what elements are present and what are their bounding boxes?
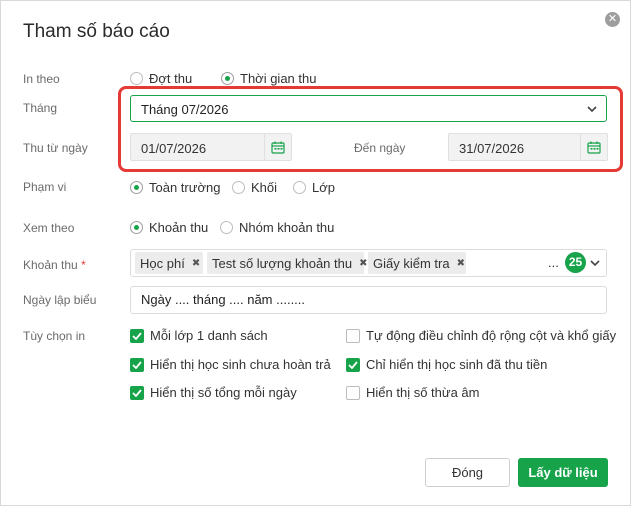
radio-khoi[interactable]: Khối xyxy=(232,180,277,195)
tuy-chon-in-label: Tùy chọn in xyxy=(23,329,86,343)
checkmark-icon xyxy=(130,357,144,372)
radio-label: Lớp xyxy=(312,180,335,195)
radio-label: Nhóm khoản thu xyxy=(239,220,335,235)
radio-thoi-gian-thu[interactable]: Thời gian thu xyxy=(221,71,316,86)
checkbox-moi-lop-1-danh-sach[interactable]: Mỗi lớp 1 danh sách xyxy=(130,328,268,343)
checkbox-label: Hiển thị số thừa âm xyxy=(366,385,480,400)
remove-tag-icon[interactable]: ✖ xyxy=(457,258,465,269)
from-date-value: 01/07/2026 xyxy=(141,141,207,156)
checkbox-hien-thi-hs-chua-hoan-tra[interactable]: Hiển thị học sinh chưa hoàn trả xyxy=(130,357,331,372)
checkmark-icon xyxy=(130,328,144,343)
radio-circle xyxy=(220,221,233,234)
radio-circle xyxy=(221,72,234,85)
radio-khoan-thu[interactable]: Khoản thu xyxy=(130,220,208,235)
get-data-button[interactable]: Lấy dữ liệu xyxy=(518,458,608,487)
khoan-thu-label: Khoản thu * xyxy=(23,258,86,272)
radio-label: Đợt thu xyxy=(149,71,193,86)
checkbox-label: Mỗi lớp 1 danh sách xyxy=(150,328,268,343)
radio-nhom-khoan-thu[interactable]: Nhóm khoản thu xyxy=(220,220,334,235)
required-mark: * xyxy=(81,258,86,272)
checkbox-label: Tự động điều chỉnh độ rộng cột và khổ gi… xyxy=(366,328,617,343)
more-tags-ellipsis: ... xyxy=(548,255,559,270)
radio-circle xyxy=(232,181,245,194)
radio-circle xyxy=(130,221,143,234)
radio-label: Khối xyxy=(251,180,278,195)
radio-circle xyxy=(130,181,143,194)
radio-label: Thời gian thu xyxy=(240,71,317,86)
checkbox-hien-thi-so-thua-am[interactable]: Hiển thị số thừa âm xyxy=(346,385,479,400)
selected-count-badge: 25 xyxy=(565,252,586,273)
remove-tag-icon[interactable]: ✖ xyxy=(359,258,367,269)
month-select-value: Tháng 07/2026 xyxy=(141,102,229,117)
remove-tag-icon[interactable]: ✖ xyxy=(192,258,200,269)
tag-label: Test số lượng khoản thu xyxy=(212,255,353,271)
checkbox-label: Chỉ hiển thị học sinh đã thu tiền xyxy=(366,357,548,372)
khoan-thu-label-text: Khoản thu xyxy=(23,258,78,272)
report-parameters-dialog: Tham số báo cáo ✕ In theo Đợt thu Thời g… xyxy=(0,0,631,506)
checkbox-box xyxy=(346,328,360,343)
ngay-lap-bieu-input[interactable]: Ngày .... tháng .... năm ........ xyxy=(130,286,607,314)
close-icon[interactable]: ✕ xyxy=(605,12,620,27)
ngay-lap-bieu-label: Ngày lập biểu xyxy=(23,293,97,307)
tag-chip: Test số lượng khoản thu ✖ xyxy=(207,252,367,274)
tag-label: Giấy kiểm tra xyxy=(373,255,450,271)
khoan-thu-multiselect[interactable]: Học phí ✖ Test số lượng khoản thu ✖ Giấy… xyxy=(130,249,607,277)
checkbox-chi-hien-thi-hs-da-thu[interactable]: Chỉ hiển thị học sinh đã thu tiền xyxy=(346,357,547,372)
calendar-icon[interactable] xyxy=(580,134,607,160)
tag-chip: Học phí ✖ xyxy=(135,252,203,274)
chevron-down-icon[interactable] xyxy=(589,253,601,276)
checkbox-label: Hiển thị học sinh chưa hoàn trả xyxy=(150,357,331,372)
close-button[interactable]: Đóng xyxy=(425,458,510,487)
xem-theo-label: Xem theo xyxy=(23,221,75,235)
checkmark-icon xyxy=(346,357,360,372)
checkbox-hien-thi-so-tong[interactable]: Hiển thị số tổng mỗi ngày xyxy=(130,385,297,400)
in-theo-label: In theo xyxy=(23,72,60,86)
calendar-icon[interactable] xyxy=(264,134,291,160)
from-date-input[interactable]: 01/07/2026 xyxy=(130,133,292,161)
radio-dot-thu[interactable]: Đợt thu xyxy=(130,71,192,86)
den-ngay-label: Đến ngày xyxy=(354,141,406,155)
tag-chip: Giấy kiểm tra ✖ xyxy=(368,252,466,274)
checkmark-icon xyxy=(130,385,144,400)
checkbox-tu-dong-dieu-chinh[interactable]: Tự động điều chỉnh độ rộng cột và khổ gi… xyxy=(346,328,616,343)
month-select[interactable]: Tháng 07/2026 xyxy=(130,95,607,122)
to-date-input[interactable]: 31/07/2026 xyxy=(448,133,608,161)
pham-vi-label: Phạm vi xyxy=(23,180,67,194)
radio-circle xyxy=(130,72,143,85)
radio-circle xyxy=(293,181,306,194)
radio-label: Toàn trường xyxy=(149,180,221,195)
chevron-down-icon xyxy=(586,99,598,122)
checkbox-label: Hiển thị số tổng mỗi ngày xyxy=(150,385,297,400)
checkbox-box xyxy=(346,385,360,400)
to-date-value: 31/07/2026 xyxy=(459,141,525,156)
tag-label: Học phí xyxy=(140,255,185,271)
radio-label: Khoản thu xyxy=(149,220,209,235)
radio-toan-truong[interactable]: Toàn trường xyxy=(130,180,220,195)
thu-tu-ngay-label: Thu từ ngày xyxy=(23,141,88,155)
radio-lop[interactable]: Lớp xyxy=(293,180,335,195)
dialog-title: Tham số báo cáo xyxy=(23,21,170,42)
thang-label: Tháng xyxy=(23,101,58,115)
